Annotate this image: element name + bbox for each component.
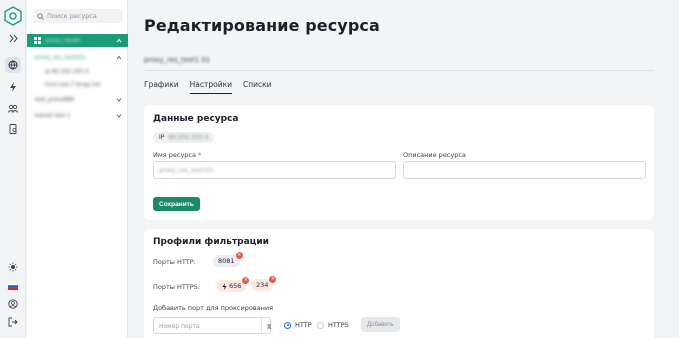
required-mark: * <box>198 151 202 159</box>
tree-node-label: host-sub-7.ibrgp.net <box>45 81 101 88</box>
resource-description-field[interactable] <box>403 161 646 179</box>
language-flag-icon[interactable] <box>5 278 21 294</box>
add-port-label: Добавить порт для проксирования <box>153 304 273 312</box>
chevron-up-icon[interactable] <box>116 38 122 43</box>
port-value: 656 <box>229 282 242 290</box>
lightning-icon[interactable] <box>5 79 21 95</box>
account-icon[interactable] <box>5 296 21 312</box>
remove-port-icon[interactable]: × <box>235 252 243 259</box>
port-stepper[interactable]: ▲ ▼ <box>261 318 272 333</box>
save-button[interactable]: Сохранить <box>153 197 200 211</box>
tree-leaf[interactable]: ip 80.202.255.4 <box>27 65 128 78</box>
tree-node-label: transit test 1 <box>35 112 71 119</box>
lightning-icon <box>222 282 227 290</box>
remove-port-icon[interactable]: × <box>242 277 250 284</box>
logo-icon[interactable] <box>4 6 22 26</box>
chevron-down-icon[interactable] <box>116 97 122 102</box>
tree-node-label: proxy_res_test101 <box>35 54 86 61</box>
port-value: 234 <box>256 281 269 289</box>
resource-name-value: proxy_res_test101 <box>159 167 214 174</box>
document-search-icon[interactable] <box>5 121 21 137</box>
http-ports-label: Порты HTTP: <box>153 258 196 266</box>
card-title: Данные ресурса <box>153 114 239 124</box>
chevron-up-icon[interactable] <box>116 55 122 60</box>
add-port-button[interactable]: Добавить <box>361 317 400 332</box>
description-label: Описание ресурса <box>403 151 466 159</box>
search-placeholder: Поиск ресурса <box>47 12 97 20</box>
https-ports-label: Порты HTTPS: <box>153 283 200 291</box>
resource-name: proxy_res_test1 01 <box>144 56 211 64</box>
protocol-radio-https[interactable]: HTTPS <box>317 321 349 329</box>
tree-node[interactable]: test_proxy689 <box>27 93 128 106</box>
https-port-chip: 234 × <box>251 276 277 291</box>
page-title: Редактирование ресурса <box>144 16 380 35</box>
users-icon[interactable] <box>5 100 21 116</box>
main-content: Редактирование ресурса proxy_res_test1 0… <box>128 0 679 338</box>
https-port-chip: 656 × <box>217 277 250 292</box>
protocol-radio-http[interactable]: HTTP <box>284 321 312 329</box>
filter-profiles-card: Профили фильтрации Порты HTTP: 8081 × По… <box>144 229 654 338</box>
tree-node[interactable]: proxy_res_test101 <box>27 51 128 64</box>
ip-value: 80.202.255.4 <box>168 134 209 141</box>
logout-icon[interactable] <box>5 314 21 330</box>
port-placeholder: Номер порта <box>159 323 200 330</box>
stepper-down-icon[interactable]: ▼ <box>267 323 272 330</box>
resource-tree-panel: Поиск ресурса proxy_cbe44 proxy_res_test… <box>27 0 128 338</box>
expand-icon[interactable] <box>5 30 21 46</box>
ip-prefix: IP <box>159 134 165 141</box>
search-icon <box>37 12 44 20</box>
card-title: Профили фильтрации <box>153 237 269 247</box>
radio-label: HTTP <box>295 321 312 329</box>
globe-icon[interactable] <box>5 57 21 73</box>
name-label: Имя ресурса * <box>153 151 201 159</box>
chevron-down-icon[interactable] <box>116 113 122 118</box>
theme-sun-icon[interactable] <box>5 259 21 275</box>
radio-label: HTTPS <box>328 321 349 329</box>
tree-node-label: proxy_cbe44 <box>45 37 80 44</box>
http-port-chip: 8081 × <box>213 252 243 267</box>
grid-icon <box>34 37 41 44</box>
port-value: 8081 <box>218 257 235 265</box>
radio-dot <box>317 321 324 329</box>
remove-port-icon[interactable]: × <box>269 276 277 283</box>
tab-settings[interactable]: Настройки <box>189 80 232 94</box>
radio-dot <box>284 321 291 329</box>
tree-node-label: test_proxy689 <box>35 96 75 103</box>
search-input[interactable]: Поиск ресурса <box>33 9 123 23</box>
resource-name-field[interactable]: proxy_res_test101 <box>153 161 396 179</box>
icon-rail <box>0 0 26 338</box>
tab-lists[interactable]: Списки <box>243 80 272 94</box>
tab-charts[interactable]: Графики <box>144 80 179 94</box>
tree-leaf[interactable]: host-sub-7.ibrgp.net <box>27 78 128 91</box>
resource-data-card: Данные ресурса IP 80.202.255.4 Имя ресур… <box>144 105 654 220</box>
tab-bar: Графики Настройки Списки <box>144 80 272 94</box>
tree-node-selected[interactable]: proxy_cbe44 <box>27 34 128 47</box>
divider <box>144 70 654 71</box>
port-number-input[interactable]: Номер порта ▲ ▼ <box>153 317 272 334</box>
tree-node[interactable]: transit test 1 <box>27 109 128 122</box>
name-label-text: Имя ресурса <box>153 151 196 159</box>
ip-badge: IP 80.202.255.4 <box>153 132 215 143</box>
tree-node-label: ip 80.202.255.4 <box>45 68 89 75</box>
